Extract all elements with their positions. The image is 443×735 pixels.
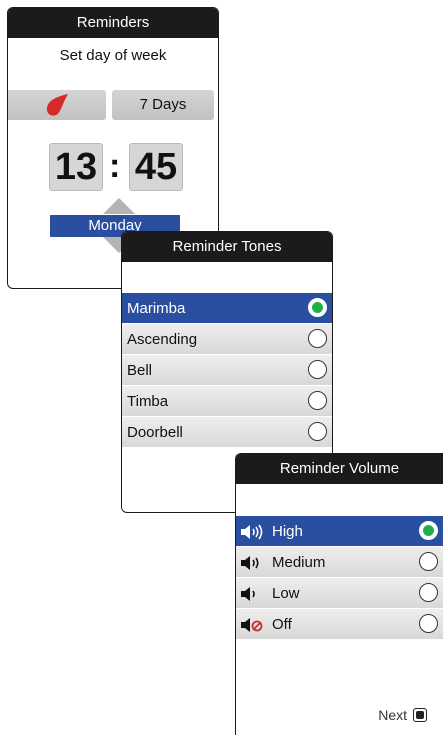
reminders-subtitle: Set day of week: [59, 47, 167, 64]
radio-icon[interactable]: [308, 360, 327, 379]
hour-field[interactable]: 13: [49, 143, 103, 191]
radio-icon[interactable]: [419, 614, 438, 633]
tones-list: Marimba Ascending Bell Timba Doorbell: [122, 293, 332, 448]
volume-title: Reminder Volume: [236, 454, 443, 484]
volume-item-high[interactable]: High: [236, 516, 443, 547]
radio-icon[interactable]: [308, 422, 327, 441]
tone-label: Doorbell: [127, 424, 183, 441]
next-control[interactable]: Next: [378, 707, 427, 723]
tone-item-bell[interactable]: Bell: [122, 355, 332, 386]
speaker-medium-icon: [241, 556, 259, 571]
tone-item-marimba[interactable]: Marimba: [122, 293, 332, 324]
reminders-title: Reminders: [8, 8, 218, 38]
volume-item-off[interactable]: Off: [236, 609, 443, 640]
radio-icon[interactable]: [308, 391, 327, 410]
time-colon: :: [109, 147, 121, 185]
speaker-off-icon: [241, 618, 263, 633]
speaker-high-icon: [241, 524, 263, 540]
tone-item-timba[interactable]: Timba: [122, 386, 332, 417]
reminder-volume-screen: Reminder Volume High Medium Low Off Next: [235, 453, 443, 735]
volume-list: High Medium Low Off: [236, 516, 443, 640]
next-label: Next: [378, 707, 407, 723]
reminder-type-button[interactable]: [8, 90, 106, 120]
volume-label: Medium: [272, 554, 326, 571]
days-selector[interactable]: 7 Days: [112, 90, 214, 120]
radio-selected-icon[interactable]: [419, 521, 438, 540]
tone-label: Bell: [127, 362, 153, 379]
tone-item-doorbell[interactable]: Doorbell: [122, 417, 332, 448]
tone-label: Marimba: [127, 300, 186, 317]
radio-icon[interactable]: [308, 329, 327, 348]
tone-label: Ascending: [127, 331, 198, 348]
volume-item-low[interactable]: Low: [236, 578, 443, 609]
tone-label: Timba: [127, 393, 169, 410]
blood-drop-icon: [46, 94, 68, 116]
radio-selected-icon[interactable]: [308, 298, 327, 317]
tones-title: Reminder Tones: [122, 232, 332, 262]
radio-icon[interactable]: [419, 552, 438, 571]
volume-label: High: [272, 523, 303, 540]
radio-icon[interactable]: [419, 583, 438, 602]
speaker-low-icon: [241, 587, 255, 602]
tone-item-ascending[interactable]: Ascending: [122, 324, 332, 355]
next-button-icon[interactable]: [413, 708, 427, 722]
volume-label: Off: [272, 616, 292, 633]
minute-field[interactable]: 45: [129, 143, 183, 191]
volume-label: Low: [272, 585, 300, 602]
volume-item-medium[interactable]: Medium: [236, 547, 443, 578]
day-up-arrow-icon[interactable]: [103, 198, 135, 214]
